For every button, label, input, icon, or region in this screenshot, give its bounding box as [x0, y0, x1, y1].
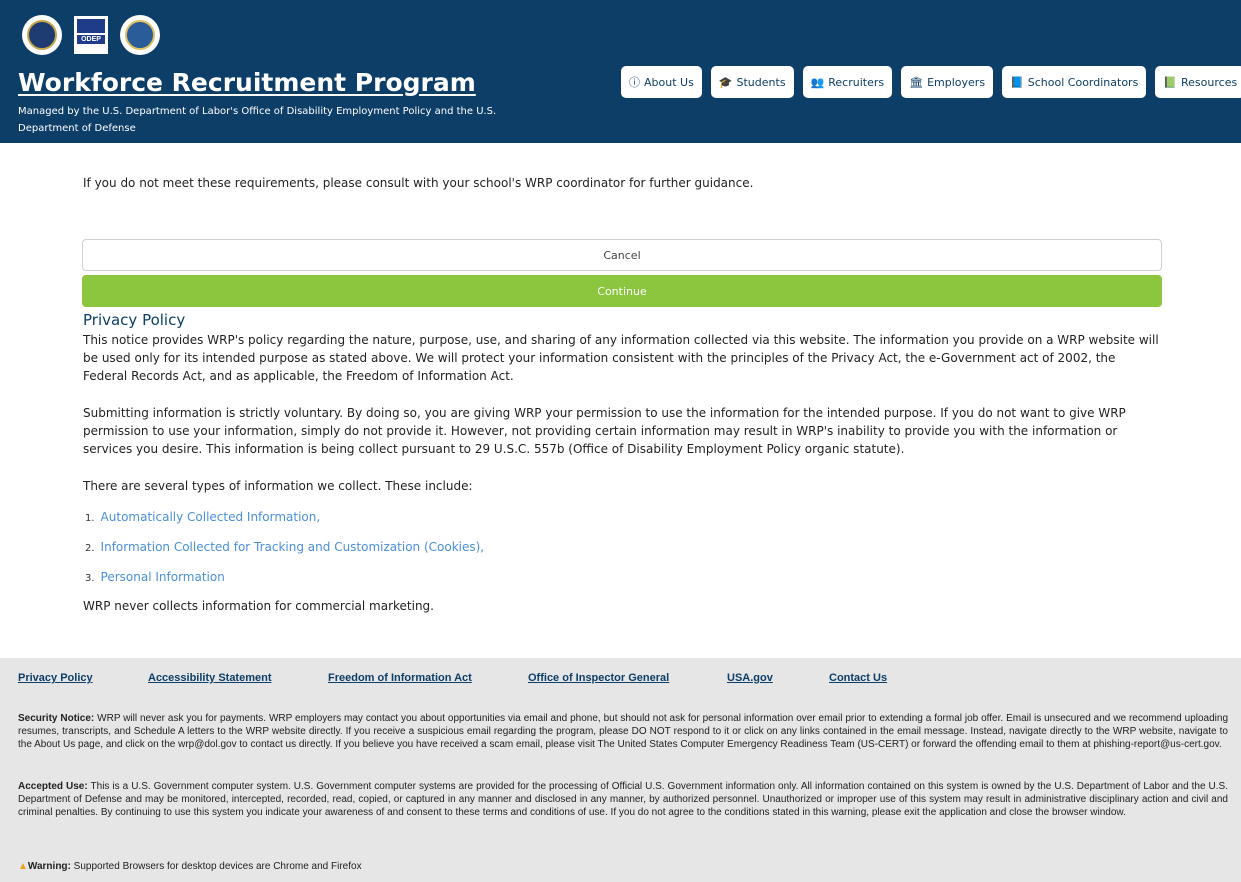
cancel-button[interactable]: Cancel: [82, 239, 1162, 271]
site-subtitle: Managed by the U.S. Department of Labor'…: [18, 106, 497, 134]
nav-about-us[interactable]: ⓘ About Us: [621, 66, 702, 98]
site-title[interactable]: Workforce Recruitment Program: [18, 68, 476, 97]
accepted-use-notice: Accepted Use: This is a U.S. Government …: [18, 781, 1229, 818]
list-item: 2. Information Collected for Tracking and…: [85, 540, 485, 554]
institution-icon: 🏛: [909, 75, 924, 89]
cookies-link[interactable]: Information Collected for Tracking and C…: [101, 540, 485, 554]
footer-link-oig[interactable]: Office of Inspector General: [528, 672, 727, 684]
list-item: 3. Personal Information: [85, 570, 225, 584]
list-item: 1. Automatically Collected Information,: [85, 510, 321, 524]
info-types-list: 1. Automatically Collected Information, 2…: [85, 508, 484, 598]
info-circle-icon: ⓘ: [629, 76, 640, 89]
dod-seal-icon[interactable]: [120, 15, 160, 55]
continue-button[interactable]: Continue: [82, 275, 1162, 307]
personal-information-link[interactable]: Personal Information: [101, 570, 225, 584]
nav-resources[interactable]: 📗 Resources: [1155, 66, 1241, 98]
footer-link-usa-gov[interactable]: USA.gov: [727, 672, 829, 684]
privacy-paragraph-2: Submitting information is strictly volun…: [83, 406, 1126, 456]
requirements-note: If you do not meet these requirements, p…: [83, 176, 754, 190]
dol-seal-icon[interactable]: [22, 15, 62, 55]
graduation-cap-icon: 🎓: [718, 75, 733, 89]
automatically-collected-link[interactable]: Automatically Collected Information,: [101, 510, 321, 524]
odep-logo-icon[interactable]: ODEP: [74, 16, 108, 54]
privacy-policy-title: Privacy Policy: [83, 311, 186, 329]
site-footer: Privacy Policy Accessibility Statement F…: [0, 658, 1241, 882]
book-open-icon: 📗: [1163, 75, 1178, 89]
nav-employers[interactable]: 🏛 Employers: [901, 66, 994, 98]
footer-link-foia[interactable]: Freedom of Information Act: [328, 672, 528, 684]
warning-icon: ▲: [18, 861, 28, 872]
main-nav: ⓘ About Us 🎓 Students 👥 Recruiters 🏛 Employe…: [621, 66, 1241, 98]
footer-link-accessibility[interactable]: Accessibility Statement: [148, 672, 328, 684]
site-header: ODEP Workforce Recruitment Program Manag…: [0, 0, 1241, 143]
nav-students[interactable]: 🎓 Students: [710, 66, 794, 98]
privacy-paragraph-3: There are several types of information w…: [83, 479, 473, 493]
nav-school-coordinators[interactable]: 📘 School Coordinators: [1002, 66, 1147, 98]
privacy-paragraph-4: WRP never collects information for comme…: [83, 599, 434, 613]
footer-link-contact-us[interactable]: Contact Us: [829, 672, 887, 684]
nav-recruiters[interactable]: 👥 Recruiters: [802, 66, 893, 98]
footer-link-privacy-policy[interactable]: Privacy Policy: [18, 672, 148, 684]
agency-logos: ODEP: [22, 15, 160, 55]
footer-links: Privacy Policy Accessibility Statement F…: [18, 672, 887, 684]
privacy-paragraph-1: This notice provides WRP's policy regard…: [83, 333, 1159, 383]
users-icon: 👥: [810, 75, 825, 89]
book-icon: 📘: [1010, 75, 1024, 89]
browser-warning: ▲Warning: Supported Browsers for desktop…: [18, 861, 362, 872]
security-notice: Security Notice: WRP will never ask you …: [18, 713, 1229, 750]
